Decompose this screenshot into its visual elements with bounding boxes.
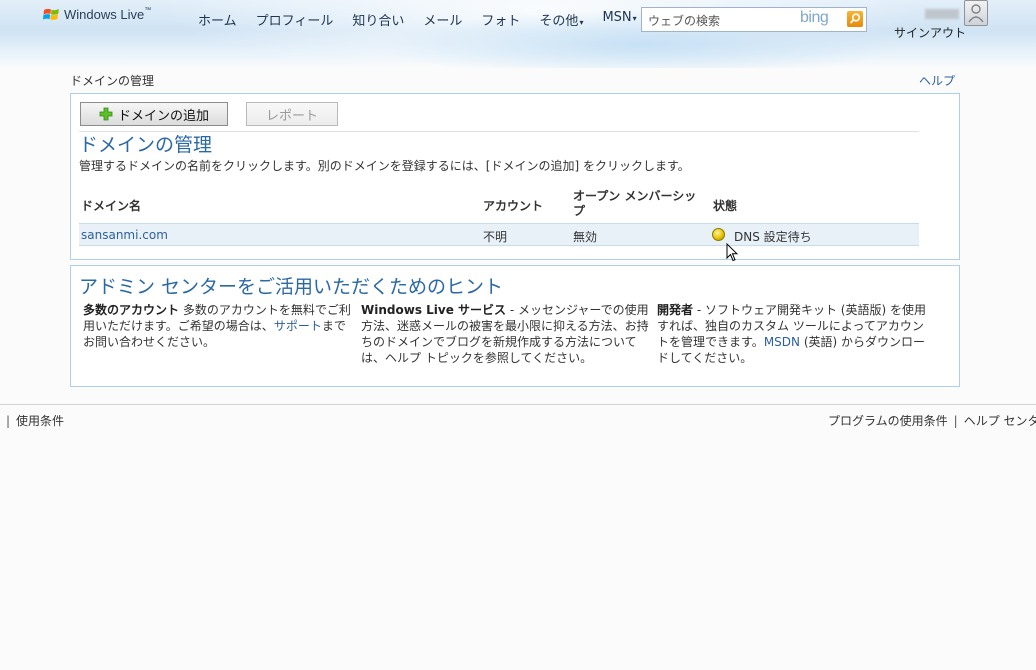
column-header-status: 状態 xyxy=(713,199,738,213)
nav-photos[interactable]: フォト xyxy=(481,10,520,29)
breadcrumb: ドメインの管理 xyxy=(70,74,155,88)
user-silhouette-icon xyxy=(968,4,984,23)
bing-logo: bing xyxy=(800,9,829,26)
brand-name: Windows Live™ xyxy=(64,7,152,22)
program-terms-link[interactable]: プログラムの使用条件 xyxy=(828,414,948,428)
status-cell: DNS 設定待ち xyxy=(734,230,812,244)
table-row: sansanmi.com 不明 無効 DNS 設定待ち xyxy=(79,223,919,246)
help-center-link[interactable]: ヘルプ センタ xyxy=(964,414,1036,428)
nav-people[interactable]: 知り合い xyxy=(352,10,404,29)
tip-accounts: 多数のアカウント 多数のアカウントを無料でご利用いただけます。ご希望の場合は、サ… xyxy=(83,303,351,349)
nav-profile[interactable]: プロフィール xyxy=(256,10,334,29)
footer-left: | 使用条件 xyxy=(6,414,65,428)
nav-home[interactable]: ホーム xyxy=(198,10,237,29)
web-search-box[interactable]: ウェブの検索 bing xyxy=(641,7,867,32)
pending-status-icon xyxy=(712,228,725,241)
report-button[interactable]: レポート xyxy=(246,102,338,126)
domain-management-panel: ドメインの追加 レポート ドメインの管理 管理するドメインの名前をクリックします… xyxy=(70,93,960,262)
nav-msn[interactable]: MSN▾ xyxy=(602,10,636,29)
support-link[interactable]: サポート xyxy=(274,319,322,333)
help-link[interactable]: ヘルプ xyxy=(919,72,955,89)
windows-live-logo[interactable]: Windows Live™ xyxy=(43,7,151,22)
signout-link[interactable]: サインアウト xyxy=(894,24,966,41)
msdn-link[interactable]: MSDN xyxy=(764,335,800,349)
column-header-account: アカウント xyxy=(483,199,544,213)
open-membership-cell: 無効 xyxy=(573,230,598,244)
page-description: 管理するドメインの名前をクリックします。別のドメインを登録するには、[ドメインの… xyxy=(79,159,690,173)
chevron-down-icon: ▾ xyxy=(579,18,584,27)
avatar[interactable] xyxy=(964,0,988,26)
domain-link[interactable]: sansanmi.com xyxy=(81,228,168,242)
mouse-cursor-icon xyxy=(726,243,738,262)
user-name-blurred xyxy=(925,9,959,19)
column-header-open-membership: オープン メンバーシップ xyxy=(573,189,697,218)
nav-more[interactable]: その他▾ xyxy=(539,10,583,29)
header-bar: Windows Live™ ホーム プロフィール 知り合い メール フォト その… xyxy=(0,0,1036,68)
search-input[interactable]: ウェブの検索 xyxy=(648,12,720,29)
add-domain-button[interactable]: ドメインの追加 xyxy=(80,102,228,126)
tip-services: Windows Live サービス - メッセンジャーでの使用方法、迷惑メールの… xyxy=(361,303,649,365)
tips-title: アドミン センターをご活用いただくためのヒント xyxy=(79,276,504,298)
nav-mail[interactable]: メール xyxy=(423,10,462,29)
chevron-down-icon: ▾ xyxy=(632,14,637,23)
search-button[interactable] xyxy=(847,11,863,27)
tips-panel: アドミン センターをご活用いただくためのヒント 多数のアカウント 多数のアカウン… xyxy=(70,265,960,387)
footer-divider xyxy=(0,404,1036,405)
search-icon xyxy=(849,13,861,24)
page-title: ドメインの管理 xyxy=(79,134,213,156)
tip-developers: 開発者 - ソフトウェア開発キット (英語版) を使用すれば、独自のカスタム ツ… xyxy=(657,303,926,365)
plus-icon xyxy=(99,107,113,121)
terms-link[interactable]: 使用条件 xyxy=(16,414,64,428)
column-header-domain: ドメイン名 xyxy=(81,199,142,213)
footer-right: プログラムの使用条件 | ヘルプ センタ xyxy=(828,412,1036,429)
account-cell: 不明 xyxy=(483,230,508,244)
windows-flag-icon xyxy=(43,8,59,20)
main-nav: ホーム プロフィール 知り合い メール フォト その他▾ MSN▾ xyxy=(198,10,656,29)
